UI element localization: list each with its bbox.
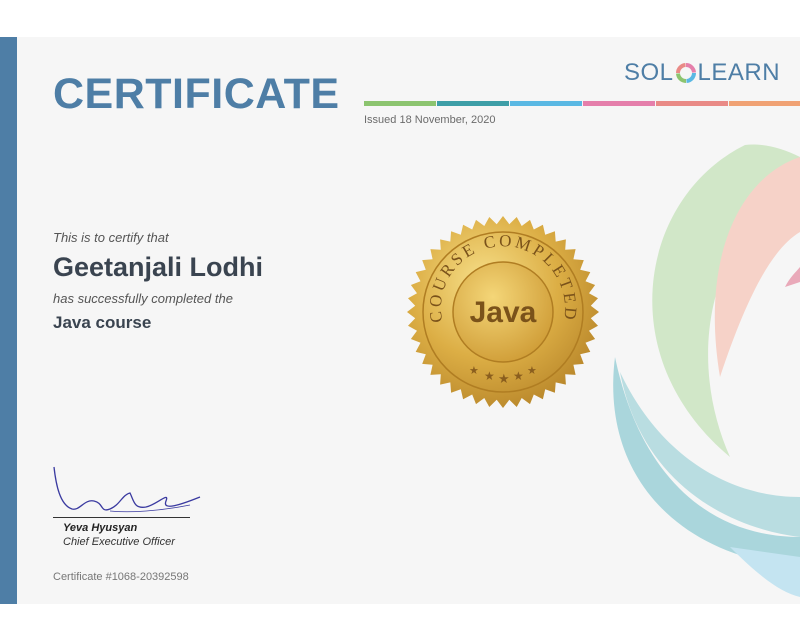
seal-center-text: Java xyxy=(470,296,537,329)
signer-role: Chief Executive Officer xyxy=(63,536,175,548)
logo-swirl-icon xyxy=(675,63,696,83)
completed-text: has successfully completed the xyxy=(53,291,233,306)
star-icon: ★ xyxy=(513,369,524,383)
star-icon: ★ xyxy=(498,371,510,386)
issued-date: Issued 18 November, 2020 xyxy=(364,114,496,126)
star-icon: ★ xyxy=(469,365,479,377)
color-stripes xyxy=(364,101,800,106)
certificate-number: Certificate #1068-20392598 xyxy=(53,571,189,583)
signer-name: Yeva Hyusyan xyxy=(63,522,138,534)
course-completed-seal: COURSE COMPLETED Java ★ ★ ★ ★ ★ xyxy=(407,216,599,408)
recipient-name: Geetanjali Lodhi xyxy=(53,252,264,282)
logo-text-right: LEARN xyxy=(697,59,781,86)
left-accent-bar xyxy=(0,37,17,604)
certify-text: This is to certify that xyxy=(53,230,169,245)
signature-line xyxy=(53,517,190,518)
certificate: CERTIFICATE Issued 18 November, 2020 SOL… xyxy=(0,37,800,604)
sololearn-logo: SOL LEARN xyxy=(624,59,780,87)
stripe xyxy=(510,101,582,106)
stripe xyxy=(656,101,728,106)
stripe xyxy=(437,101,509,106)
course-name: Java course xyxy=(53,313,152,332)
stripe xyxy=(729,101,800,106)
star-icon: ★ xyxy=(527,365,537,377)
stripe xyxy=(583,101,655,106)
certificate-title: CERTIFICATE xyxy=(53,70,340,118)
signature-image xyxy=(53,466,201,513)
stripe xyxy=(364,101,436,106)
star-icon: ★ xyxy=(484,369,495,383)
logo-text-left: SOL xyxy=(624,59,674,86)
